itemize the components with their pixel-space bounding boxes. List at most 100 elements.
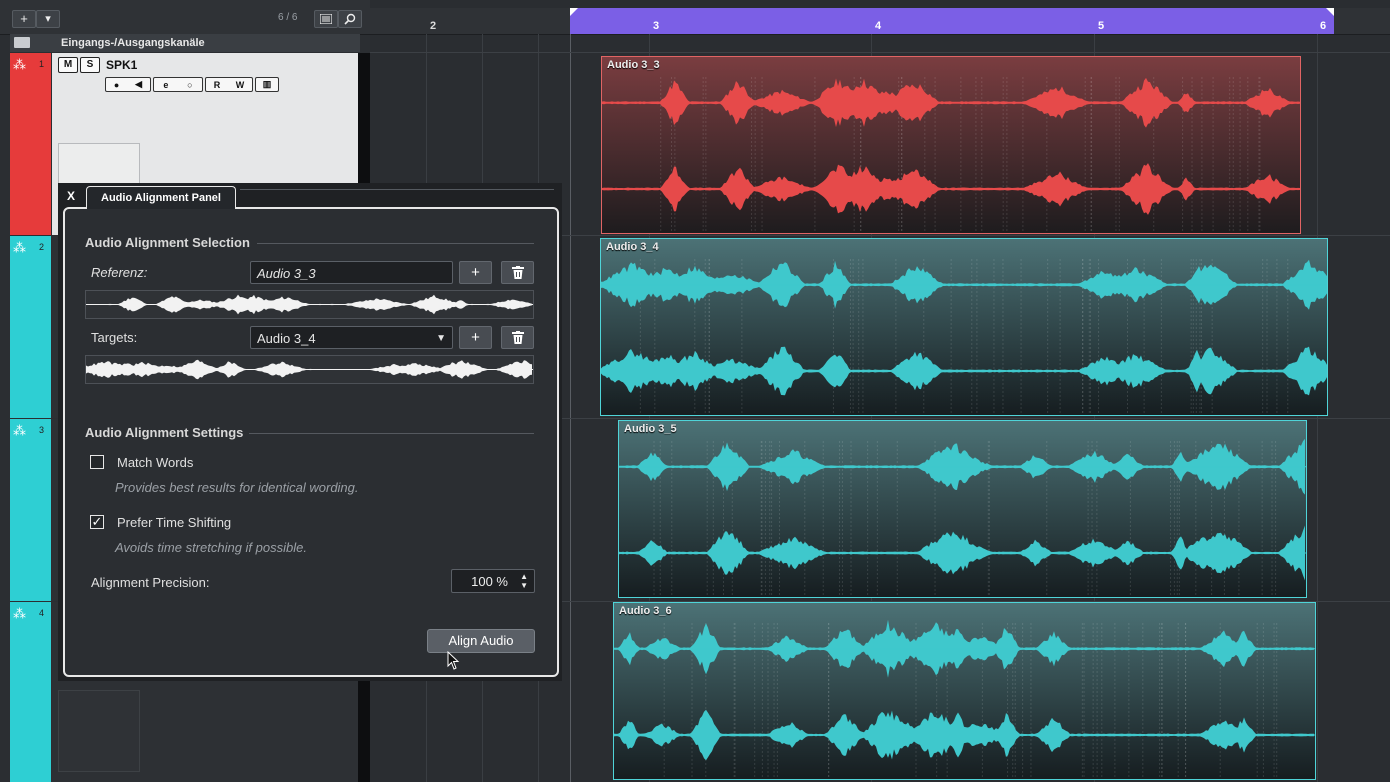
event-name: Audio 3_5 [624,423,677,435]
track-count: 6 / 6 [278,12,298,23]
prefer-time-shifting-checkbox[interactable]: ✓ [90,515,104,529]
alignment-precision-label: Alignment Precision: [91,575,210,590]
align-audio-button[interactable]: Align Audio [427,629,535,653]
search-icon [344,13,356,25]
bar-number: 6 [1320,20,1327,32]
event-name: Audio 3_4 [606,241,659,253]
target-waveform [85,355,534,384]
audio-track-icon: ⁂ [13,57,26,72]
match-words-checkbox[interactable] [90,455,104,469]
lane-separator [370,52,1390,53]
alignment-precision-value: 100 % [471,574,508,589]
targets-dropdown[interactable]: Audio 3_4 ▼ [250,326,453,349]
settings-heading: Audio Alignment Settings [85,425,244,440]
bar-number: 4 [875,20,882,32]
event-name: Audio 3_3 [607,59,660,71]
add-target-button[interactable]: + [459,326,492,349]
track-4-color[interactable] [10,602,51,782]
bar-number: 3 [653,20,660,32]
track-number: 1 [39,59,45,69]
automation-group[interactable]: R W [205,77,253,92]
mute-button[interactable]: M [58,57,78,73]
track-2-header: ⁂ 2 [10,239,51,255]
divider [249,433,534,434]
list-icon [319,13,333,25]
alignment-precision-stepper[interactable]: 100 % ▲ ▼ [451,569,535,593]
monitor-button[interactable]: ○ [187,80,192,90]
cycle-end-marker[interactable] [1324,8,1334,18]
audio-alignment-panel: X Audio Alignment Panel Audio Alignment … [58,183,562,681]
lanes-icon: ▥ [262,79,272,89]
cycle-start-marker[interactable] [570,8,580,18]
bar-number: 5 [1098,20,1105,32]
delete-target-button[interactable] [501,326,534,349]
stepper-arrows-icon[interactable]: ▲ ▼ [520,572,528,590]
waveform [602,77,1300,233]
edit-group[interactable]: e ○ [153,77,203,92]
add-reference-button[interactable]: + [459,261,492,284]
track-list-view-button[interactable] [314,10,338,28]
waveform [86,294,533,315]
track-number: 4 [39,608,45,618]
tab-divider [240,189,554,190]
cycle-start-line [570,34,571,782]
divider [257,243,534,244]
audio-event[interactable]: Audio 3_5 [618,420,1307,598]
edit-button[interactable]: e [163,80,168,90]
track-name[interactable]: SPK1 [106,58,137,72]
delete-reference-button[interactable] [501,261,534,284]
lanes-button[interactable]: ▥ [255,77,279,92]
track-thumbnail [58,690,140,772]
io-channels-label: Eingangs-/Ausgangskanäle [61,37,205,49]
cycle-range[interactable] [570,8,1334,34]
trash-icon [511,331,524,344]
reference-label: Referenz: [91,265,148,280]
mouse-cursor-icon [447,651,460,670]
record-monitor-group[interactable]: ● ◀ [105,77,151,92]
folder-icon [14,37,30,48]
track-search-button[interactable] [338,10,362,28]
timeline-ruler[interactable]: 2 3 4 5 6 [370,8,1390,35]
io-channels-folder[interactable]: Eingangs-/Ausgangskanäle [10,34,360,52]
bar-number: 2 [430,20,437,32]
add-track-button[interactable]: + [12,10,36,28]
chevron-down-icon: ▼ [436,333,446,344]
track-number: 3 [39,425,45,435]
waveform [614,619,1315,779]
speaker-icon[interactable]: ◀ [135,79,142,90]
event-name: Audio 3_6 [619,605,672,617]
prefer-time-shifting-label[interactable]: Prefer Time Shifting [117,515,231,530]
tab-audio-alignment-panel[interactable]: Audio Alignment Panel [86,186,236,209]
audio-event[interactable]: Audio 3_4 [600,238,1328,416]
track-3-color[interactable] [10,419,51,601]
write-automation-button[interactable]: W [236,80,245,90]
track-2-color[interactable] [10,236,51,418]
prefer-time-shifting-hint: Avoids time stretching if possible. [115,540,307,555]
match-words-hint: Provides best results for identical word… [115,480,359,495]
reference-waveform [85,290,534,319]
panel-content: Audio Alignment Selection Referenz: Audi… [63,207,559,677]
match-words-label[interactable]: Match Words [117,455,193,470]
track-thumbnail [58,143,140,185]
audio-track-icon: ⁂ [13,423,26,438]
solo-button[interactable]: S [80,57,100,73]
read-automation-button[interactable]: R [214,80,221,90]
track-3-header: ⁂ 3 [10,422,51,438]
selection-heading: Audio Alignment Selection [85,235,250,250]
add-track-menu-button[interactable]: ▾ [36,10,60,28]
waveform [86,359,533,380]
track-1-color[interactable] [10,53,51,235]
targets-label: Targets: [91,330,138,345]
audio-event[interactable]: Audio 3_3 [601,56,1301,234]
record-enable-icon[interactable]: ● [114,80,119,90]
close-button[interactable]: X [60,186,82,206]
waveform [601,259,1327,415]
waveform [619,438,1306,597]
track-4-header: ⁂ 4 [10,605,51,621]
audio-event[interactable]: Audio 3_6 [613,602,1316,780]
audio-track-icon: ⁂ [13,606,26,621]
targets-value: Audio 3_4 [257,331,316,346]
reference-field[interactable]: Audio 3_3 [250,261,453,284]
track-number: 2 [39,242,45,252]
trash-icon [511,266,524,279]
